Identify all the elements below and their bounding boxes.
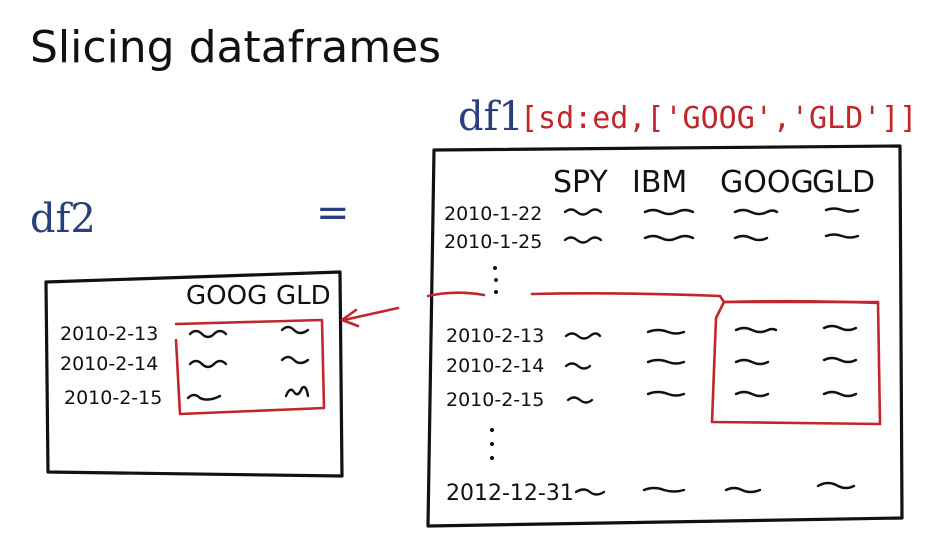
source-col-gld: GLD — [812, 165, 875, 200]
source-selected-values — [564, 324, 858, 404]
equals-sign: = — [316, 190, 350, 236]
arrow-left-icon — [340, 306, 400, 328]
source-row-date: 2010-1-22 — [444, 203, 542, 225]
source-last-values — [574, 481, 856, 496]
vertical-ellipsis-icon — [493, 266, 498, 294]
source-row-date: 2012-12-31 — [446, 481, 574, 506]
source-col-spy: SPY — [553, 165, 608, 200]
result-col-gld: GLD — [276, 281, 331, 311]
row-cut-line — [426, 291, 486, 298]
slice-expression: [sd:ed,['GOOG','GLD']] — [520, 101, 917, 136]
source-col-ibm: IBM — [632, 165, 687, 200]
source-frame-name: df1 — [458, 94, 524, 140]
result-row-date: 2010-2-14 — [60, 353, 158, 375]
result-frame-label: df2 — [30, 196, 96, 242]
result-row-date: 2010-2-13 — [60, 323, 158, 345]
source-top-values — [563, 207, 860, 244]
source-row-date: 2010-1-25 — [444, 231, 542, 253]
source-row-date: 2010-2-14 — [446, 355, 544, 377]
source-row-date: 2010-2-13 — [446, 325, 544, 347]
result-values — [186, 325, 310, 401]
page-title: Slicing dataframes — [30, 22, 441, 73]
source-row-date: 2010-2-15 — [446, 389, 544, 411]
vertical-ellipsis-icon — [490, 428, 494, 460]
slicing-diagram: Slicing dataframes df1 [sd:ed,['GOOG','G… — [30, 22, 917, 528]
source-col-goog: GOOG — [720, 165, 814, 200]
selection-box — [710, 300, 882, 426]
result-col-goog: GOOG — [186, 281, 267, 311]
result-row-date: 2010-2-15 — [64, 387, 162, 409]
